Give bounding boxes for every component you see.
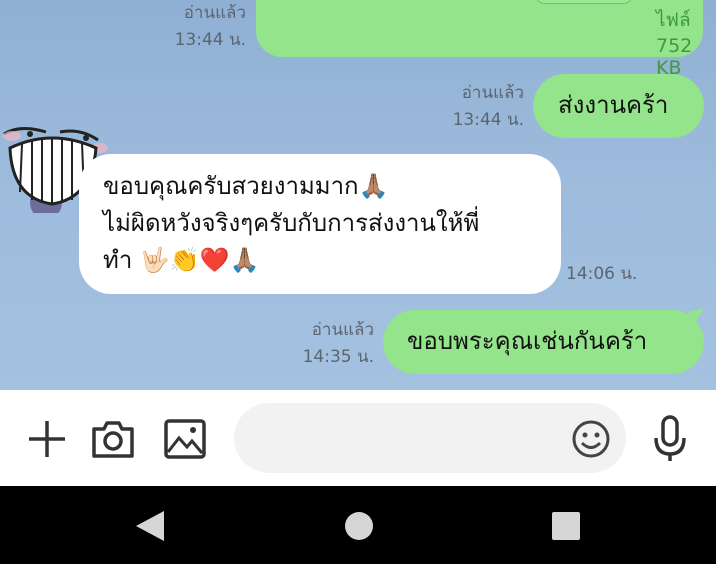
message-line: ไม่ผิดหวังจริงๆครับกับการส่งงานให้พี่ [103, 209, 480, 237]
message-meta: อ่านแล้ว 14:35 น. [278, 319, 374, 369]
recents-icon[interactable] [551, 511, 581, 545]
file-message-bubble[interactable]: ขนาดไฟล์ 752 KB [256, 0, 705, 79]
plus-icon[interactable] [27, 419, 67, 463]
message-text: ขอบพระคุณเช่นกันคร้า [407, 327, 648, 355]
read-status: อ่านแล้ว [461, 83, 524, 103]
message-time: 14:35 น. [302, 347, 374, 367]
microphone-icon[interactable] [652, 414, 688, 468]
message-time: 13:44 น. [452, 110, 524, 130]
message-line: ขอบคุณครับสวยงามมาก🙏🏽 [103, 172, 389, 200]
chat-area[interactable]: ขนาดไฟล์ 752 KB อ่านแล้ว 13:44 น. อ่านแล… [0, 0, 716, 390]
system-navigation-bar [0, 486, 716, 564]
camera-icon[interactable] [90, 419, 136, 463]
home-icon[interactable] [344, 511, 374, 545]
message-text: ส่งงานคร้า [558, 91, 669, 119]
read-status: อ่านแล้ว [183, 3, 246, 23]
outgoing-message-bubble[interactable]: ส่งงานคร้า [533, 74, 704, 138]
emoji-icon[interactable] [571, 419, 611, 463]
file-thumbnail [535, 0, 633, 4]
message-text: ขอบคุณครับสวยงามมาก🙏🏽 ไม่ผิดหวังจริงๆครั… [103, 168, 479, 279]
message-time: 13:44 น. [174, 30, 246, 50]
outgoing-message-bubble[interactable]: ขอบพระคุณเช่นกันคร้า [383, 310, 704, 374]
back-icon[interactable] [134, 509, 166, 547]
read-status: อ่านแล้ว [311, 320, 374, 340]
incoming-message-bubble[interactable]: ขอบคุณครับสวยงามมาก🙏🏽 ไม่ผิดหวังจริงๆครั… [79, 154, 561, 294]
message-meta: อ่านแล้ว 13:44 น. [428, 82, 524, 132]
message-input-bar [0, 390, 716, 486]
message-line: ทำ 🤟🏻👏❤️🙏🏽 [103, 246, 260, 274]
image-icon[interactable] [163, 418, 207, 464]
message-input[interactable] [234, 403, 626, 473]
message-meta: อ่านแล้ว 13:44 น. [150, 2, 246, 52]
message-time: 14:06 น. [566, 264, 638, 284]
file-size: ขนาดไฟล์ 752 KB [656, 0, 705, 79]
bubble-tail [688, 308, 704, 324]
